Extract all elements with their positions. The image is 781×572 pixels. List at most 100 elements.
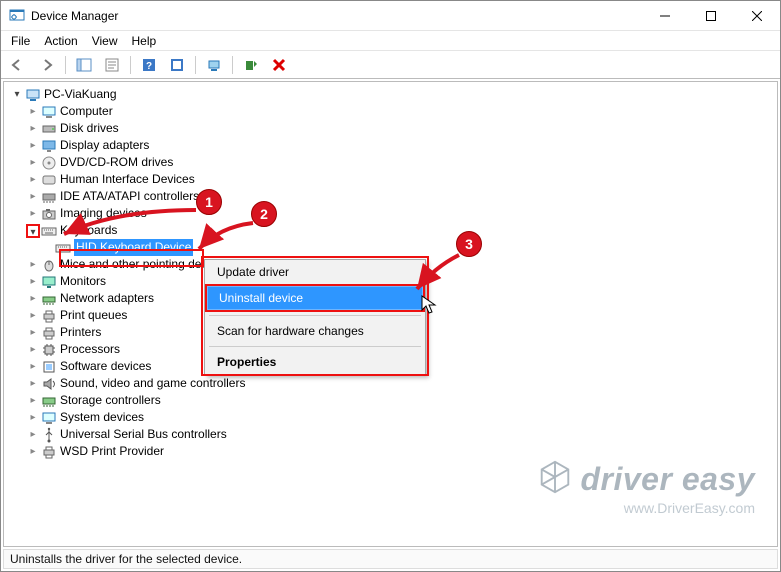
- tree-label: DVD/CD-ROM drives: [60, 154, 173, 171]
- tree-label: Universal Serial Bus controllers: [60, 426, 227, 443]
- hid-icon: [40, 172, 58, 188]
- maximize-button[interactable]: [688, 1, 734, 31]
- tree-label: Network adapters: [60, 290, 154, 307]
- expand-icon[interactable]: [26, 375, 40, 392]
- tree-label: Computer: [60, 103, 113, 120]
- printer-icon: [40, 444, 58, 460]
- tree-root[interactable]: PC-ViaKuang: [10, 86, 777, 103]
- menubar: File Action View Help: [1, 31, 780, 51]
- disk-icon: [40, 121, 58, 137]
- speaker-icon: [40, 376, 58, 392]
- svg-text:?: ?: [146, 61, 152, 72]
- menu-properties[interactable]: Properties: [205, 350, 425, 374]
- printer-icon: [40, 325, 58, 341]
- expand-icon[interactable]: [26, 392, 40, 409]
- expand-icon[interactable]: [26, 188, 40, 205]
- properties-button[interactable]: [100, 54, 124, 76]
- expand-icon[interactable]: [26, 358, 40, 375]
- tree-node-disk[interactable]: Disk drives: [10, 120, 777, 137]
- annotation-arrow-1: [56, 206, 206, 246]
- expand-icon[interactable]: [26, 256, 40, 273]
- minimize-button[interactable]: [642, 1, 688, 31]
- expand-icon[interactable]: [26, 137, 40, 154]
- window-title: Device Manager: [31, 9, 118, 23]
- tree-label: Sound, video and game controllers: [60, 375, 245, 392]
- expand-icon[interactable]: [26, 224, 40, 238]
- titlebar: Device Manager: [1, 1, 780, 31]
- expand-icon[interactable]: [26, 409, 40, 426]
- tree-label: IDE ATA/ATAPI controllers: [60, 188, 199, 205]
- menu-help[interactable]: Help: [132, 34, 157, 48]
- context-menu: Update driver Uninstall device Scan for …: [204, 259, 426, 375]
- ide-icon: [40, 189, 58, 205]
- tree-node-sound[interactable]: Sound, video and game controllers: [10, 375, 777, 392]
- dvd-icon: [40, 155, 58, 171]
- status-bar: Uninstalls the driver for the selected d…: [3, 549, 778, 569]
- tree-label: System devices: [60, 409, 144, 426]
- help-button[interactable]: ?: [137, 54, 161, 76]
- printer-icon: [40, 308, 58, 324]
- menu-action[interactable]: Action: [44, 34, 77, 48]
- tree-label: Software devices: [60, 358, 151, 375]
- expand-icon[interactable]: [26, 341, 40, 358]
- expand-icon[interactable]: [26, 154, 40, 171]
- expand-icon[interactable]: [26, 103, 40, 120]
- tree-node-dvd[interactable]: DVD/CD-ROM drives: [10, 154, 777, 171]
- annotation-badge-3: 3: [456, 231, 482, 257]
- tree-label: WSD Print Provider: [60, 443, 164, 460]
- mouse-icon: [40, 257, 58, 273]
- update-driver-button[interactable]: [165, 54, 189, 76]
- annotation-badge-1: 1: [196, 189, 222, 215]
- tree-label: Disk drives: [60, 120, 119, 137]
- menu-separator: [209, 315, 421, 316]
- expand-icon[interactable]: [26, 273, 40, 290]
- expand-icon[interactable]: [10, 86, 24, 103]
- computer-icon: [24, 87, 42, 103]
- cursor-icon: [421, 295, 437, 318]
- expand-icon[interactable]: [26, 307, 40, 324]
- add-legacy-button[interactable]: [239, 54, 263, 76]
- annotation-arrow-3: [411, 251, 471, 296]
- tree-label: PC-ViaKuang: [44, 86, 117, 103]
- tree-label: Storage controllers: [60, 392, 161, 409]
- software-icon: [40, 359, 58, 375]
- show-hide-tree-button[interactable]: [72, 54, 96, 76]
- menu-uninstall-device[interactable]: Uninstall device: [205, 284, 425, 312]
- menu-update-driver[interactable]: Update driver: [205, 260, 425, 284]
- expand-icon[interactable]: [26, 120, 40, 137]
- expand-icon[interactable]: [26, 324, 40, 341]
- expand-icon[interactable]: [26, 443, 40, 460]
- expand-icon[interactable]: [26, 426, 40, 443]
- watermark-brand: driver easy: [580, 461, 755, 497]
- menu-scan-hardware[interactable]: Scan for hardware changes: [205, 319, 425, 343]
- scan-hardware-button[interactable]: [202, 54, 226, 76]
- tree-node-hid[interactable]: Human Interface Devices: [10, 171, 777, 188]
- toolbar: ?: [1, 51, 780, 79]
- tree-label: Monitors: [60, 273, 106, 290]
- menu-view[interactable]: View: [92, 34, 118, 48]
- menu-file[interactable]: File: [11, 34, 30, 48]
- close-button[interactable]: [734, 1, 780, 31]
- expand-icon[interactable]: [26, 205, 40, 222]
- app-icon: [9, 8, 25, 24]
- annotation-arrow-2: [191, 219, 261, 259]
- tree-label: Processors: [60, 341, 120, 358]
- tree-node-ide[interactable]: IDE ATA/ATAPI controllers: [10, 188, 777, 205]
- monitor-icon: [40, 274, 58, 290]
- expand-icon[interactable]: [26, 171, 40, 188]
- status-text: Uninstalls the driver for the selected d…: [10, 552, 242, 566]
- tree-node-computer[interactable]: Computer: [10, 103, 777, 120]
- tree-node-system[interactable]: System devices: [10, 409, 777, 426]
- forward-button[interactable]: [35, 54, 59, 76]
- back-button[interactable]: [7, 54, 31, 76]
- tree-label: Human Interface Devices: [60, 171, 195, 188]
- display-icon: [40, 138, 58, 154]
- tree-node-usb[interactable]: Universal Serial Bus controllers: [10, 426, 777, 443]
- tree-node-display[interactable]: Display adapters: [10, 137, 777, 154]
- tree-label: Print queues: [60, 307, 127, 324]
- uninstall-button[interactable]: [267, 54, 291, 76]
- expand-icon[interactable]: [26, 290, 40, 307]
- tree-label: Display adapters: [60, 137, 149, 154]
- storage-icon: [40, 393, 58, 409]
- tree-node-storage[interactable]: Storage controllers: [10, 392, 777, 409]
